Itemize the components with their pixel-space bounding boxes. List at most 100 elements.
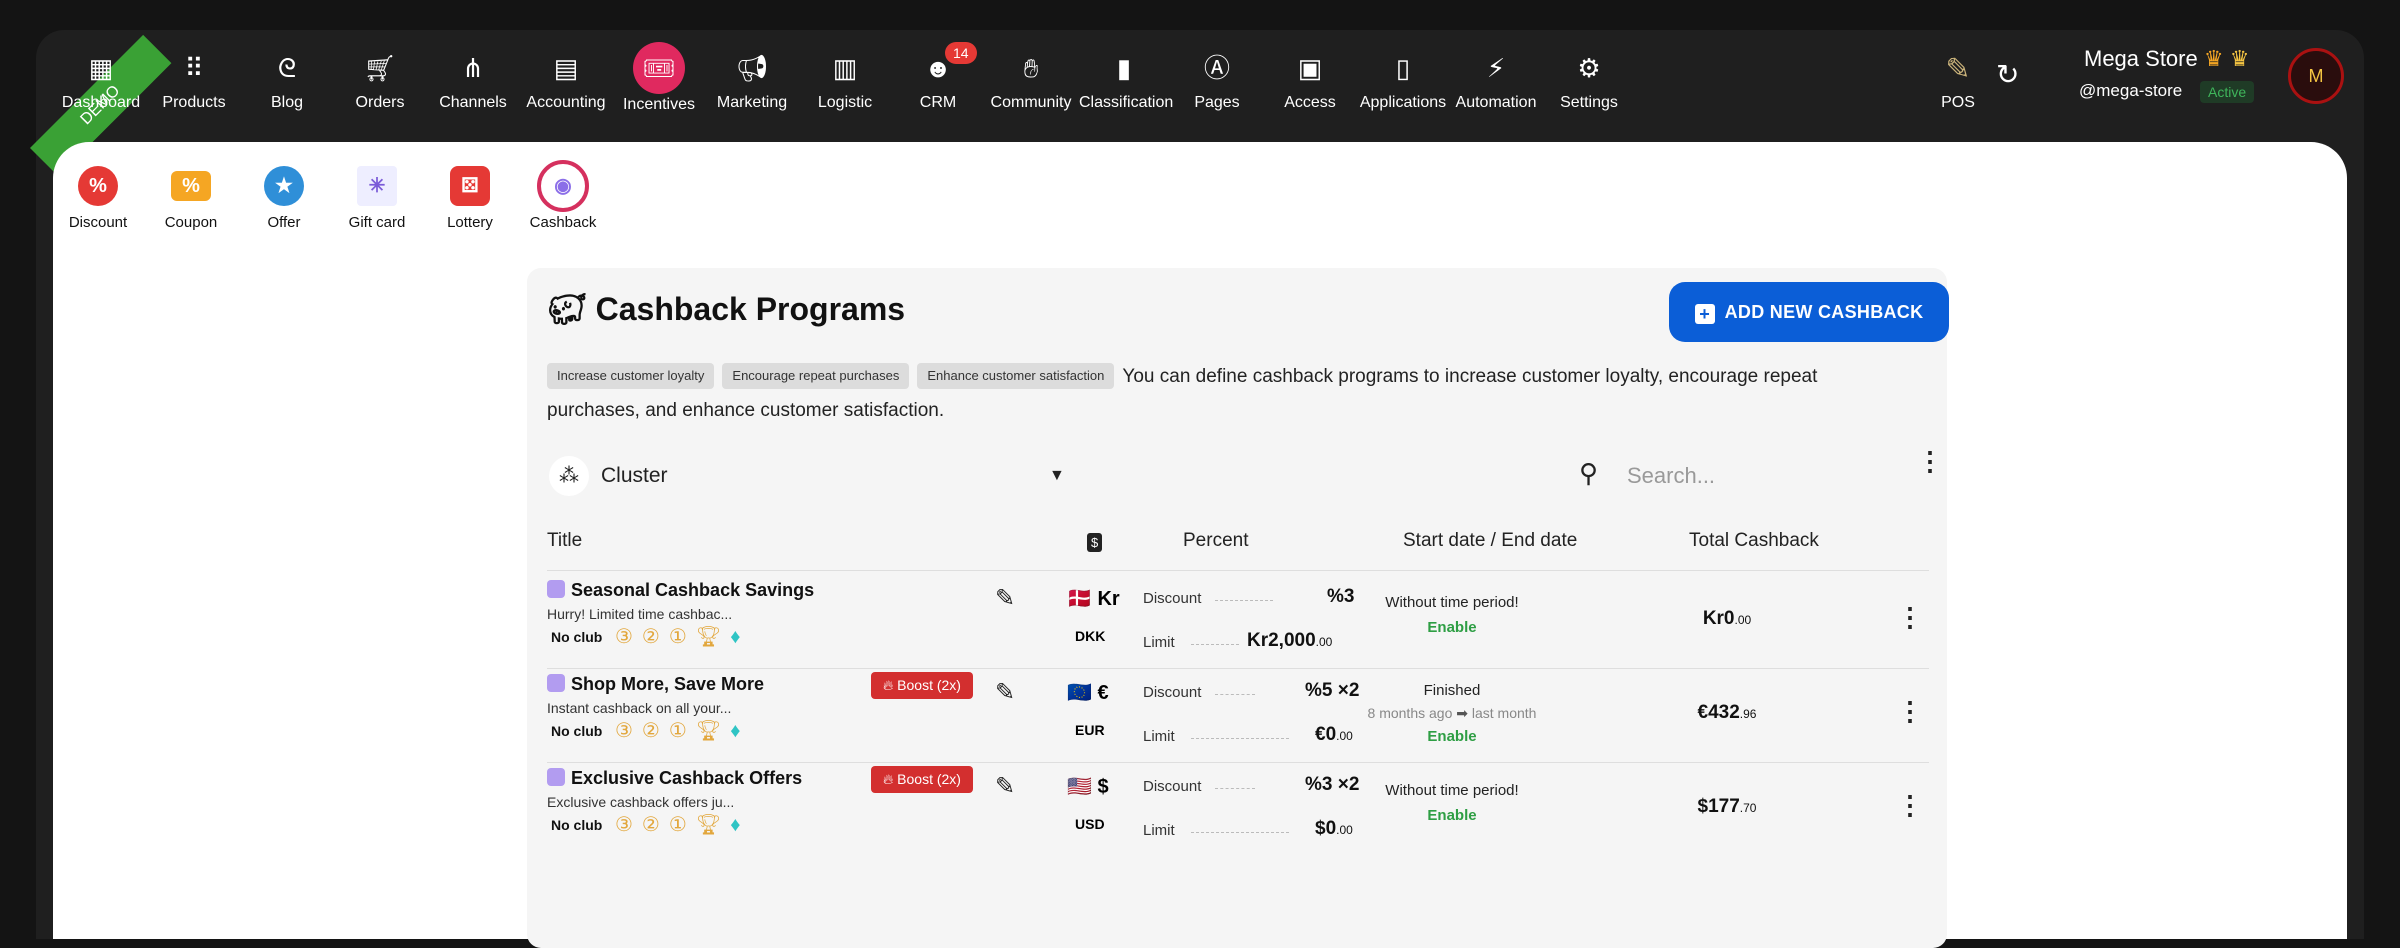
nav-community[interactable]: ✋︎ Community [986, 52, 1076, 112]
table-row[interactable]: Exclusive Cashback Offers 🔥︎ Boost (2x) … [547, 762, 1929, 856]
edit-icon[interactable]: ✎ [995, 584, 1015, 613]
subnav-gift-card[interactable]: ✳ Gift card [332, 166, 422, 231]
nav-products[interactable]: ⠿ Products [149, 52, 239, 112]
column-title: Title [547, 530, 583, 551]
row-subtitle: Instant cashback on all your... [547, 700, 732, 716]
flag-icon: 🇺🇸 [1067, 776, 1092, 798]
row-menu-icon[interactable]: ⋮ [1897, 696, 1923, 727]
currency-code: USD [1075, 816, 1105, 832]
club-label: No club [551, 723, 603, 739]
more-options-icon[interactable]: ⋮ [1917, 446, 1943, 477]
id-badge-icon: ▣ [1297, 53, 1323, 83]
search-icon[interactable]: ⚲ [1579, 458, 1598, 489]
nav-accounting[interactable]: ▤ Accounting [521, 52, 611, 112]
edit-icon[interactable]: ✎ [995, 678, 1015, 707]
nav-label: Dashboard [61, 94, 141, 111]
nav-label: Blog [270, 94, 304, 111]
subnav-label: Cashback [529, 214, 597, 231]
row-subtitle: Hurry! Limited time cashbac... [547, 606, 733, 622]
discount-icon: % [78, 166, 118, 206]
flag-icon: 🇩🇰 [1067, 588, 1092, 610]
currency-flag: 🇪🇺 € [1067, 680, 1109, 705]
blog-icon: ᘓ [277, 53, 297, 83]
subnav-cashback[interactable]: ◉ Cashback [518, 160, 608, 231]
currency-code: EUR [1075, 722, 1105, 738]
total-cashback: $177.70 [1697, 796, 1757, 817]
nav-label: Marketing [716, 94, 788, 111]
nav-label: Access [1284, 94, 1336, 111]
nav-label: Classification [1079, 94, 1174, 111]
subnav-offer[interactable]: ★ Offer [239, 166, 329, 231]
dotted-leader [1191, 738, 1289, 739]
crown-icon: ♛ [2229, 46, 2250, 71]
club-label: No club [551, 629, 603, 645]
nav-blog[interactable]: ᘓ Blog [242, 52, 332, 112]
nav-crm[interactable]: ☻ 14 CRM [893, 42, 983, 112]
club-medals-icon: ③②①🏆︎♦ [615, 814, 750, 836]
refresh-icon[interactable]: ↻ [1996, 58, 2019, 91]
cashback-icon [547, 768, 565, 786]
nav-access[interactable]: ▣ Access [1265, 52, 1355, 112]
row-menu-icon[interactable]: ⋮ [1897, 602, 1923, 633]
nav-applications[interactable]: ▯ Applications [1358, 52, 1448, 112]
row-menu-icon[interactable]: ⋮ [1897, 790, 1923, 821]
crown-icon: ♛ [2203, 46, 2224, 71]
nav-label: Channels [439, 94, 507, 111]
limit-label: Limit [1143, 728, 1175, 745]
club-medals-icon: ③②①🏆︎♦ [615, 626, 750, 648]
date-range: Without time period! Enable [1327, 594, 1577, 636]
nav-dashboard[interactable]: ▦ Dashboard [56, 52, 146, 112]
nav-marketing[interactable]: 📢︎ Marketing [707, 52, 797, 112]
cashback-panel: 🐖︎ Cashback Programs + ADD NEW CASHBACK In… [527, 268, 1949, 948]
nav-orders[interactable]: 🛒︎ Orders [335, 52, 425, 112]
nav-classification[interactable]: ▮ Classification [1079, 52, 1173, 112]
table-row[interactable]: Shop More, Save More 🔥︎ Boost (2x) Insta… [547, 668, 1929, 762]
dotted-leader [1215, 788, 1255, 789]
pos-button[interactable]: ✎ POS [1908, 52, 2008, 112]
total-cashback: Kr0.00 [1702, 608, 1752, 629]
nav-automation[interactable]: ⚡︎ Automation [1451, 52, 1541, 112]
nav-logistic[interactable]: ▥ Logistic [800, 52, 890, 112]
divider [547, 570, 1929, 571]
boost-badge: 🔥︎ Boost (2x) [871, 766, 973, 793]
nav-label: Orders [355, 94, 405, 111]
pages-icon: Ⓐ [1203, 53, 1230, 83]
subnav-lottery[interactable]: ⚄ Lottery [425, 166, 515, 231]
add-new-cashback-button[interactable]: + ADD NEW CASHBACK [1669, 282, 1949, 342]
total-cashback: €432.96 [1697, 702, 1757, 723]
subnav-label: Coupon [164, 214, 218, 231]
row-title: Seasonal Cashback Savings [547, 580, 814, 601]
grid-icon: ⠿ [184, 53, 204, 83]
boost-badge: 🔥︎ Boost (2x) [871, 672, 973, 699]
dotted-leader [1191, 644, 1239, 645]
cart-icon: 🛒︎ [363, 53, 397, 83]
nav-incentives[interactable]: 🎟︎ Incentives [614, 42, 704, 114]
currency-symbol: € [1097, 682, 1109, 704]
column-dates: Start date / End date [1403, 530, 1578, 551]
status-enable: Enable [1427, 807, 1477, 824]
channels-icon: ⋔ [462, 53, 484, 83]
gift-card-icon: ✳ [357, 166, 397, 206]
nav-pages[interactable]: Ⓐ Pages [1172, 52, 1262, 112]
avatar[interactable]: M [2288, 48, 2344, 104]
pos-label: POS [1941, 94, 1975, 111]
arrow-right-icon: ➡ [1456, 705, 1468, 721]
row-title: Shop More, Save More [547, 674, 764, 695]
description: Increase customer loyalty Encourage repea… [547, 360, 1907, 428]
nav-label: Logistic [817, 94, 873, 111]
dotted-leader [1191, 832, 1289, 833]
page-title: 🐖︎ Cashback Programs [547, 291, 906, 327]
nav-label: Settings [1560, 94, 1618, 111]
edit-icon[interactable]: ✎ [995, 772, 1015, 801]
cluster-select[interactable]: ⁂ Cluster ▼ [549, 454, 1069, 498]
nav-label: Automation [1455, 94, 1537, 111]
nav-channels[interactable]: ⋔ Channels [428, 52, 518, 112]
currency-symbol: $ [1097, 776, 1109, 798]
table-row[interactable]: Seasonal Cashback Savings Hurry! Limited… [547, 574, 1929, 668]
currency-flag: 🇺🇸 $ [1067, 774, 1109, 799]
subnav-discount[interactable]: % Discount [53, 166, 143, 231]
subnav-coupon[interactable]: % Coupon [146, 166, 236, 231]
tag: Increase customer loyalty [547, 363, 715, 389]
nav-settings[interactable]: ⚙︎ Settings [1544, 52, 1634, 112]
search-input[interactable] [1627, 456, 1827, 496]
